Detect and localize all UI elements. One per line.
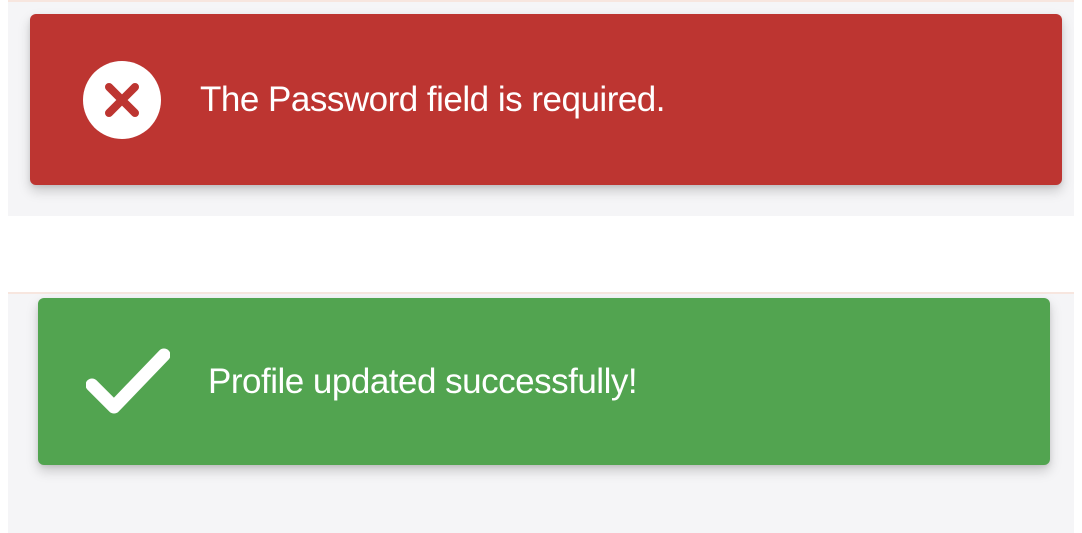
error-toast-container: The Password field is required.	[8, 0, 1074, 216]
success-message: Profile updated successfully!	[208, 361, 638, 401]
error-message: The Password field is required.	[200, 79, 666, 119]
checkmark-icon	[86, 347, 170, 417]
error-toast: The Password field is required.	[30, 14, 1062, 185]
success-toast: Profile updated successfully!	[38, 298, 1050, 465]
success-toast-container: Profile updated successfully!	[8, 292, 1074, 533]
close-circle-icon	[82, 60, 162, 140]
